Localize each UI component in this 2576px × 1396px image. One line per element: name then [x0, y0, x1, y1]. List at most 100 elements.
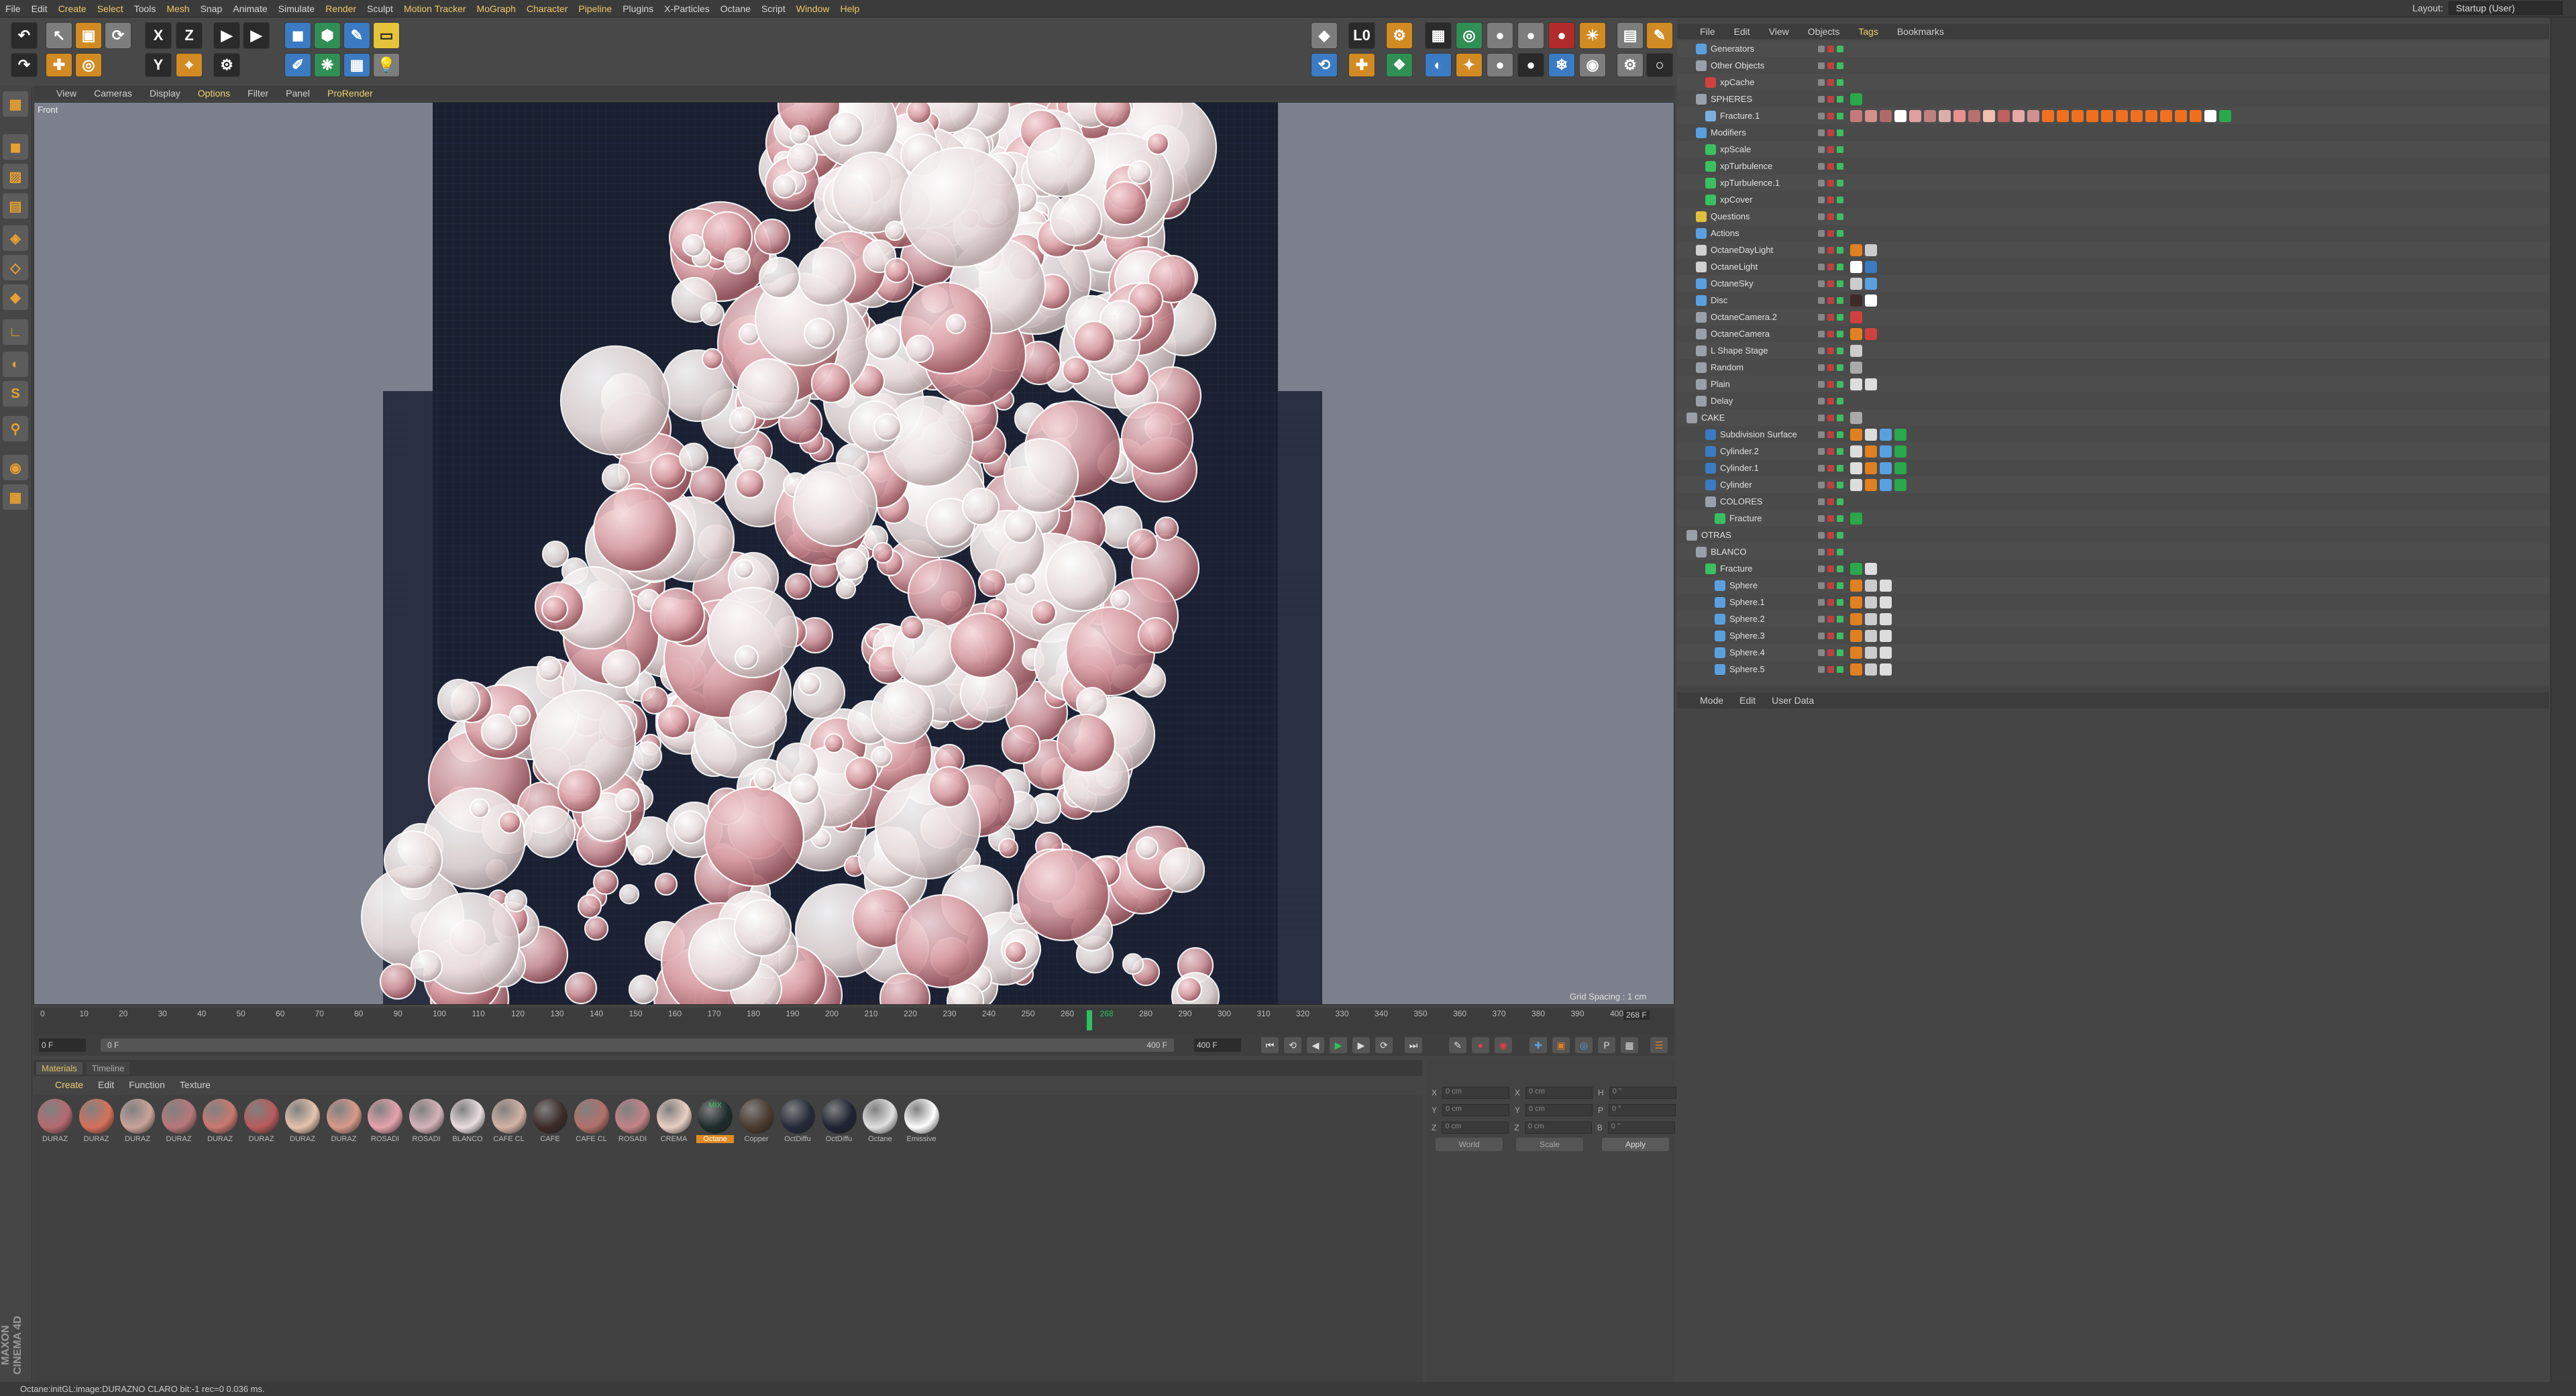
tag-icon[interactable]: [1880, 478, 1892, 491]
menu-create[interactable]: Create: [53, 3, 92, 14]
key-scale-icon[interactable]: ▣: [1552, 1037, 1570, 1053]
object-row[interactable]: Sphere.4: [1677, 644, 2549, 661]
object-row[interactable]: Actions: [1677, 225, 2549, 241]
octane-settings-icon[interactable]: ⚙: [1386, 22, 1413, 49]
octane-live-viewer-icon[interactable]: ⟲: [1311, 53, 1338, 77]
octane-fire-icon[interactable]: ✦: [1456, 53, 1483, 77]
visibility-flags[interactable]: [1818, 598, 1843, 606]
tag-icon[interactable]: [2101, 109, 2113, 122]
menu-sculpt[interactable]: Sculpt: [362, 3, 398, 14]
tag-icon[interactable]: [1865, 646, 1877, 659]
coordinate-mode-select[interactable]: World: [1436, 1138, 1503, 1151]
menu-character[interactable]: Character: [521, 3, 573, 14]
tag-icon[interactable]: [2057, 109, 2069, 122]
coordinate-field[interactable]: 0 cm: [1442, 1104, 1510, 1116]
octane-cube-icon[interactable]: ◆: [1311, 22, 1338, 49]
autokey-icon[interactable]: ◉: [1495, 1037, 1512, 1053]
tag-icon[interactable]: [1953, 109, 1966, 122]
material-swatch[interactable]: ROSADI: [614, 1099, 651, 1143]
menu-pipeline[interactable]: Pipeline: [573, 3, 617, 14]
object-row[interactable]: Sphere.2: [1677, 610, 2549, 627]
material-swatch[interactable]: CAFE CL: [573, 1099, 610, 1143]
coordinate-field[interactable]: 0 cm: [1442, 1122, 1509, 1134]
object-row[interactable]: OTRAS: [1677, 527, 2549, 543]
tag-icon[interactable]: [1850, 294, 1862, 307]
go-to-end-icon[interactable]: ⏭: [1405, 1037, 1422, 1053]
tag-icon[interactable]: [1865, 562, 1877, 575]
object-row[interactable]: Sphere.5: [1677, 661, 2549, 678]
record-keys-icon[interactable]: ✎: [1449, 1037, 1466, 1053]
menu-snap[interactable]: Snap: [195, 3, 228, 14]
octane-lo-icon[interactable]: L0: [1348, 22, 1375, 49]
tag-icon[interactable]: [2190, 109, 2202, 122]
snap-icon[interactable]: S: [3, 381, 28, 407]
material-swatch[interactable]: Emissive: [903, 1099, 941, 1143]
object-row[interactable]: Disc: [1677, 292, 2549, 309]
key-pla-icon[interactable]: ▦: [1621, 1037, 1638, 1053]
tab-timeline[interactable]: Timeline: [86, 1061, 130, 1075]
layout-icon[interactable]: ▤: [1617, 22, 1644, 49]
end-frame-field[interactable]: 268 F: [1623, 1010, 1650, 1020]
tag-icon[interactable]: [1894, 109, 1907, 122]
texture-mode-icon[interactable]: ▨: [3, 164, 28, 189]
menu-mograph[interactable]: MoGraph: [472, 3, 521, 14]
visibility-flags[interactable]: [1818, 397, 1843, 405]
tag-icon[interactable]: [1865, 445, 1877, 458]
tag-icon[interactable]: [1894, 478, 1907, 491]
material-swatch[interactable]: ROSADI: [366, 1099, 404, 1143]
visibility-flags[interactable]: [1818, 78, 1843, 86]
polygons-mode-icon[interactable]: ◆: [3, 284, 28, 310]
menu-plugins[interactable]: Plugins: [617, 3, 659, 14]
tag-icon[interactable]: [1865, 327, 1877, 340]
tag-icon[interactable]: [1850, 562, 1862, 575]
visibility-flags[interactable]: [1818, 347, 1843, 354]
tag-icon[interactable]: [1880, 462, 1892, 474]
viewport-menu-cameras[interactable]: Cameras: [94, 88, 132, 99]
visibility-flags[interactable]: [1818, 632, 1843, 639]
material-swatch[interactable]: DURAZ: [325, 1099, 363, 1143]
tag-icon[interactable]: [1998, 109, 2010, 122]
object-row[interactable]: OctaneCamera: [1677, 325, 2549, 342]
object-row[interactable]: OctaneCamera.2: [1677, 309, 2549, 325]
max-frame-field[interactable]: 400 F: [1194, 1038, 1241, 1052]
tag-icon[interactable]: [1850, 596, 1862, 608]
menu-script[interactable]: Script: [756, 3, 791, 14]
x-axis-icon[interactable]: X: [145, 22, 172, 49]
visibility-flags[interactable]: [1818, 431, 1843, 438]
visibility-flags[interactable]: [1818, 665, 1843, 673]
edges-mode-icon[interactable]: ◇: [3, 255, 28, 280]
object-row[interactable]: xpCover: [1677, 191, 2549, 208]
object-menu-edit[interactable]: Edit: [1734, 26, 1750, 37]
key-position-icon[interactable]: ✚: [1529, 1037, 1547, 1053]
front-viewport[interactable]: [34, 102, 1674, 1005]
object-row[interactable]: xpTurbulence.1: [1677, 174, 2549, 191]
tag-icon[interactable]: [1865, 596, 1877, 608]
viewport-menu-options[interactable]: Options: [198, 88, 230, 99]
octane-target-icon[interactable]: ◉: [1579, 53, 1606, 77]
cube-icon[interactable]: ◼: [284, 22, 311, 49]
light-icon[interactable]: 💡: [373, 53, 400, 77]
object-row[interactable]: Cylinder.2: [1677, 443, 2549, 460]
object-row[interactable]: Subdivision Surface: [1677, 426, 2549, 443]
attribute-menu-mode[interactable]: Mode: [1700, 695, 1723, 706]
edit-render-settings-icon[interactable]: ⚙: [213, 53, 240, 77]
object-row[interactable]: SPHERES: [1677, 91, 2549, 107]
next-frame-icon[interactable]: ▶: [1352, 1037, 1370, 1053]
material-menu-edit[interactable]: Edit: [98, 1079, 114, 1090]
tag-icon[interactable]: [2012, 109, 2025, 122]
tag-icon[interactable]: [1850, 378, 1862, 390]
key-rotation-icon[interactable]: ◎: [1575, 1037, 1593, 1053]
tag-icon[interactable]: [2145, 109, 2157, 122]
visibility-flags[interactable]: [1818, 280, 1843, 287]
material-menu-create[interactable]: Create: [55, 1079, 83, 1090]
tag-icon[interactable]: [1880, 579, 1892, 592]
object-row[interactable]: Questions: [1677, 208, 2549, 225]
visibility-flags[interactable]: [1818, 112, 1843, 119]
tag-icon[interactable]: [1850, 478, 1862, 491]
visibility-flags[interactable]: [1818, 498, 1843, 505]
object-row[interactable]: Other Objects: [1677, 57, 2549, 74]
visibility-flags[interactable]: [1818, 62, 1843, 69]
make-editable-icon[interactable]: ▦: [3, 91, 28, 117]
tag-icon[interactable]: [1850, 260, 1862, 273]
material-swatch[interactable]: Copper: [738, 1099, 775, 1143]
